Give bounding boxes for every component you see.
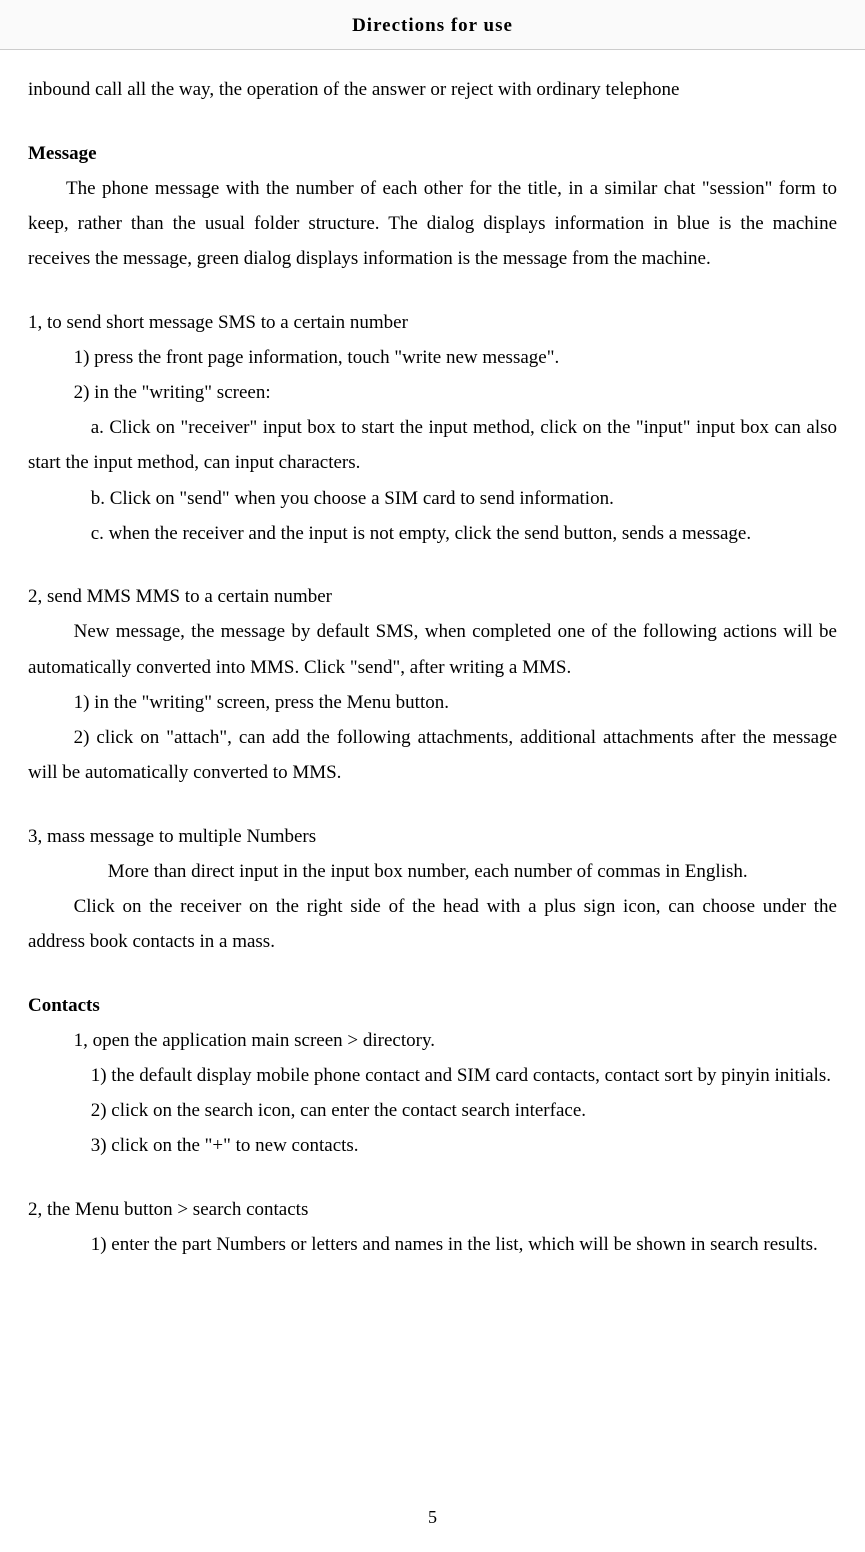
message-s1-l2: 2) in the "writing" screen: [28, 375, 837, 410]
message-s2-body: New message, the message by default SMS,… [28, 614, 837, 684]
message-s2-l1: 1) in the "writing" screen, press the Me… [28, 685, 837, 720]
contacts-s1-l2: 2) click on the search icon, can enter t… [28, 1093, 837, 1128]
header-title: Directions for use [352, 15, 513, 36]
message-s1-title: 1, to send short message SMS to a certai… [28, 305, 837, 340]
message-s1-a: a. Click on "receiver" input box to star… [28, 410, 837, 480]
message-s3-body1: More than direct input in the input box … [28, 854, 837, 889]
document-content: inbound call all the way, the operation … [0, 50, 865, 1262]
message-s2-l2: 2) click on "attach", can add the follow… [28, 720, 837, 790]
contacts-heading: Contacts [28, 988, 837, 1023]
message-s1-c: c. when the receiver and the input is no… [28, 516, 837, 551]
contacts-s2-title: 2, the Menu button > search contacts [28, 1192, 837, 1227]
message-heading: Message [28, 136, 837, 171]
contacts-s1-l1: 1) the default display mobile phone cont… [28, 1058, 837, 1093]
message-s3-title: 3, mass message to multiple Numbers [28, 819, 837, 854]
contacts-s2-l1: 1) enter the part Numbers or letters and… [28, 1227, 837, 1262]
contacts-s1-title: 1, open the application main screen > di… [28, 1023, 837, 1058]
contacts-s1-l3: 3) click on the "+" to new contacts. [28, 1128, 837, 1163]
message-s2-title: 2, send MMS MMS to a certain number [28, 579, 837, 614]
document-header: Directions for use [0, 0, 865, 50]
intro-continuation: inbound call all the way, the operation … [28, 72, 837, 107]
message-s1-l1: 1) press the front page information, tou… [28, 340, 837, 375]
message-s1-b: b. Click on "send" when you choose a SIM… [28, 481, 837, 516]
message-body: The phone message with the number of eac… [28, 171, 837, 276]
message-s3-body2: Click on the receiver on the right side … [28, 889, 837, 959]
page-number: 5 [0, 1501, 865, 1534]
